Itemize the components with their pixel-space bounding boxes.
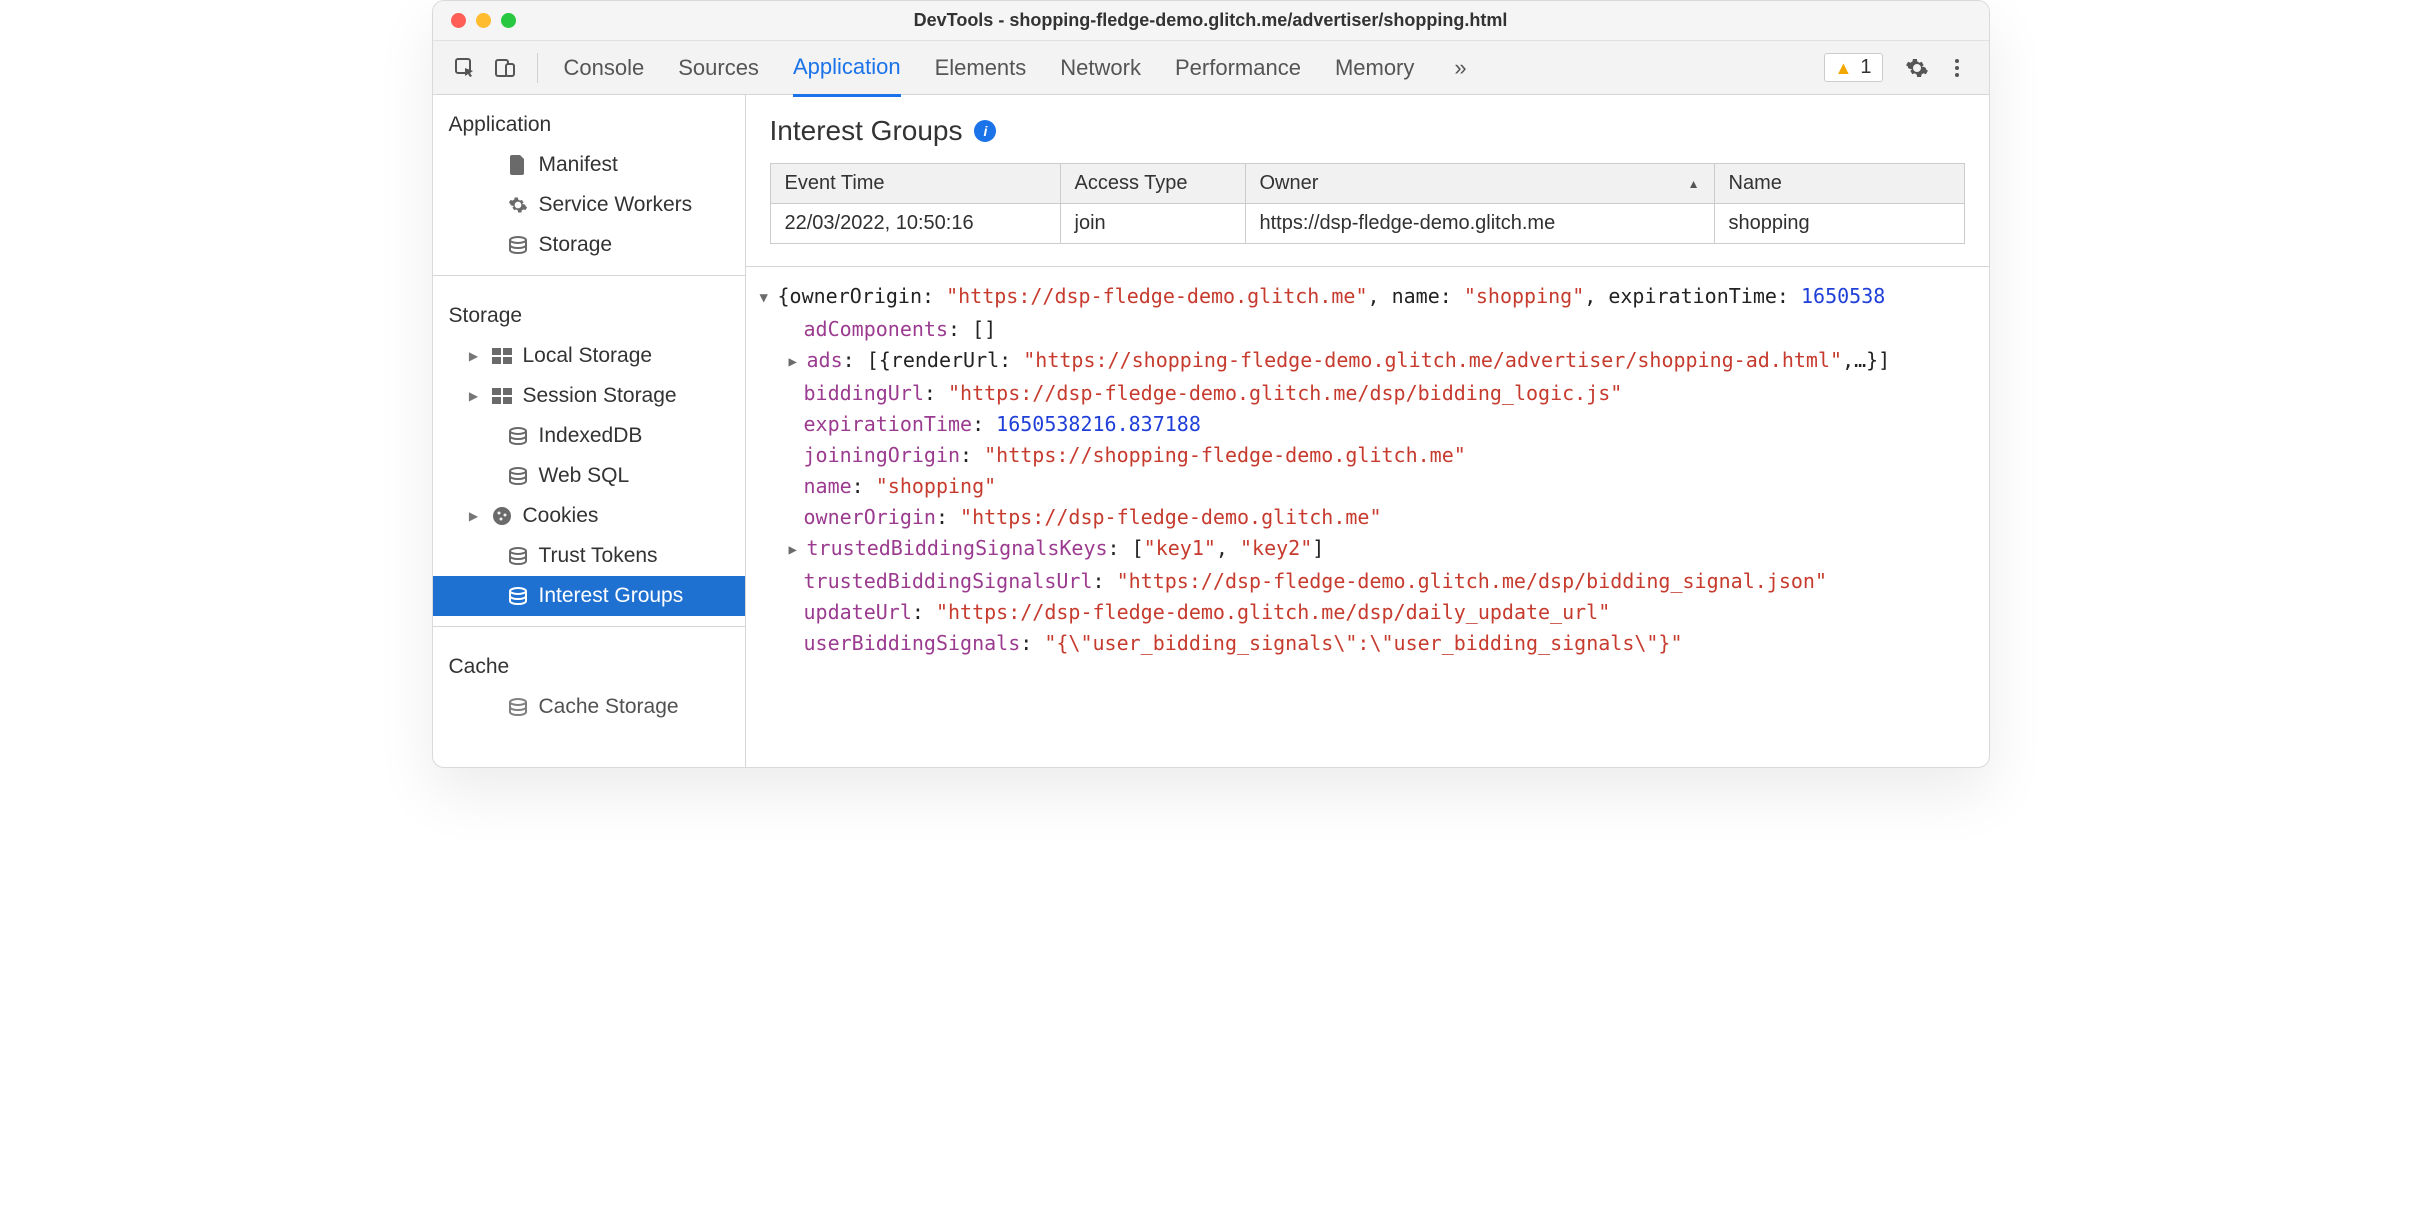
info-icon[interactable]: i [974, 120, 996, 142]
sidebar-item-indexeddb[interactable]: IndexedDB [433, 416, 745, 456]
warnings-badge[interactable]: ▲ 1 [1824, 53, 1883, 82]
expand-icon[interactable]: ▶ [789, 347, 807, 378]
db-icon [507, 465, 529, 487]
tree-root[interactable]: ▼{ownerOrigin: "https://dsp-fledge-demo.… [760, 281, 1985, 314]
sidebar-section-cache: Cache [433, 637, 745, 687]
sidebar-item-websql[interactable]: Web SQL [433, 456, 745, 496]
panel-body: Application Manifest Service Workers [433, 95, 1989, 767]
col-name[interactable]: Name [1714, 164, 1964, 204]
sidebar-item-label: Trust Tokens [539, 544, 658, 568]
tree-prop-name[interactable]: name: "shopping" [760, 471, 1985, 502]
sidebar-item-cache-storage[interactable]: Cache Storage [433, 687, 745, 727]
window-titlebar: DevTools - shopping-fledge-demo.glitch.m… [433, 1, 1989, 41]
devtools-window: DevTools - shopping-fledge-demo.glitch.m… [432, 0, 1990, 768]
grid-icon [491, 345, 513, 367]
tab-sources[interactable]: Sources [678, 41, 759, 95]
tree-prop-adcomponents[interactable]: adComponents: [] [760, 314, 1985, 345]
cell-name: shopping [1714, 204, 1964, 244]
sidebar-section-application: Application [433, 95, 745, 145]
cell-access-type: join [1060, 204, 1245, 244]
tree-prop-ownerorigin[interactable]: ownerOrigin: "https://dsp-fledge-demo.gl… [760, 502, 1985, 533]
events-table: Event Time Access Type Owner▲ Name 22/03… [770, 163, 1965, 244]
sidebar-section-storage: Storage [433, 286, 745, 336]
tree-prop-expirationtime[interactable]: expirationTime: 1650538216.837188 [760, 409, 1985, 440]
sidebar-item-trust-tokens[interactable]: Trust Tokens [433, 536, 745, 576]
tree-prop-updateurl[interactable]: updateUrl: "https://dsp-fledge-demo.glit… [760, 597, 1985, 628]
window-title: DevTools - shopping-fledge-demo.glitch.m… [433, 10, 1989, 31]
table-row[interactable]: 22/03/2022, 10:50:16 join https://dsp-fl… [770, 204, 1964, 244]
toolbar-divider [537, 53, 538, 83]
sidebar-item-storage[interactable]: Storage [433, 225, 745, 265]
main-toolbar: Console Sources Application Elements Net… [433, 41, 1989, 95]
tab-memory[interactable]: Memory [1335, 41, 1414, 95]
kebab-menu-button[interactable] [1937, 48, 1977, 88]
table-header-row: Event Time Access Type Owner▲ Name [770, 164, 1964, 204]
db-icon [507, 545, 529, 567]
cell-owner: https://dsp-fledge-demo.glitch.me [1245, 204, 1714, 244]
sidebar-item-interest-groups[interactable]: Interest Groups [433, 576, 745, 616]
sidebar-item-local-storage[interactable]: ▶ Local Storage [433, 336, 745, 376]
settings-button[interactable] [1897, 48, 1937, 88]
col-event-time[interactable]: Event Time [770, 164, 1060, 204]
panel-tabs: Console Sources Application Elements Net… [564, 40, 1473, 96]
sidebar-item-label: Session Storage [523, 384, 677, 408]
tree-prop-ads[interactable]: ▶ads: [{renderUrl: "https://shopping-fle… [760, 345, 1985, 378]
cookie-icon [491, 505, 513, 527]
tree-prop-userbiddingsignals[interactable]: userBiddingSignals: "{\"user_bidding_sig… [760, 628, 1985, 659]
sidebar-item-label: Web SQL [539, 464, 630, 488]
col-access-type[interactable]: Access Type [1060, 164, 1245, 204]
tree-prop-trustedbiddingsignalsurl[interactable]: trustedBiddingSignalsUrl: "https://dsp-f… [760, 566, 1985, 597]
panel-heading: Interest Groups i [746, 95, 1989, 163]
tree-prop-trustedbiddingsignalskeys[interactable]: ▶trustedBiddingSignalsKeys: ["key1", "ke… [760, 533, 1985, 566]
sidebar-item-label: Interest Groups [539, 584, 684, 608]
collapse-icon[interactable]: ▼ [760, 283, 778, 314]
sidebar-item-label: Manifest [539, 153, 618, 177]
tree-prop-joiningorigin[interactable]: joiningOrigin: "https://shopping-fledge-… [760, 440, 1985, 471]
application-sidebar: Application Manifest Service Workers [433, 95, 746, 767]
db-icon [507, 585, 529, 607]
tab-network[interactable]: Network [1060, 41, 1141, 95]
more-tabs-button[interactable]: » [1448, 48, 1472, 88]
sort-asc-icon: ▲ [1688, 177, 1700, 191]
sidebar-item-manifest[interactable]: Manifest [433, 145, 745, 185]
device-toolbar-button[interactable] [485, 48, 525, 88]
db-icon [507, 425, 529, 447]
sidebar-item-label: Local Storage [523, 344, 653, 368]
expand-icon[interactable]: ▶ [467, 389, 481, 403]
main-panel: Interest Groups i Event Time Access Type… [746, 95, 1989, 767]
db-icon [507, 696, 529, 718]
sidebar-item-service-workers[interactable]: Service Workers [433, 185, 745, 225]
tab-console[interactable]: Console [564, 41, 645, 95]
sidebar-item-session-storage[interactable]: ▶ Session Storage [433, 376, 745, 416]
tab-elements[interactable]: Elements [935, 41, 1027, 95]
object-detail-tree[interactable]: ▼{ownerOrigin: "https://dsp-fledge-demo.… [746, 266, 1989, 767]
file-icon [507, 154, 529, 176]
expand-icon[interactable]: ▶ [789, 535, 807, 566]
sidebar-item-label: Storage [539, 233, 613, 257]
sidebar-item-label: Cache Storage [539, 695, 679, 719]
gear-icon [507, 194, 529, 216]
warning-icon: ▲ [1835, 59, 1853, 77]
cell-event-time: 22/03/2022, 10:50:16 [770, 204, 1060, 244]
inspect-element-button[interactable] [445, 48, 485, 88]
grid-icon [491, 385, 513, 407]
db-icon [507, 234, 529, 256]
col-owner[interactable]: Owner▲ [1245, 164, 1714, 204]
tab-application[interactable]: Application [793, 40, 901, 97]
expand-icon[interactable]: ▶ [467, 349, 481, 363]
sidebar-item-label: IndexedDB [539, 424, 643, 448]
sidebar-item-cookies[interactable]: ▶ Cookies [433, 496, 745, 536]
expand-icon[interactable]: ▶ [467, 509, 481, 523]
tab-performance[interactable]: Performance [1175, 41, 1301, 95]
sidebar-item-label: Service Workers [539, 193, 693, 217]
sidebar-item-label: Cookies [523, 504, 599, 528]
tree-prop-biddingurl[interactable]: biddingUrl: "https://dsp-fledge-demo.gli… [760, 378, 1985, 409]
warning-count: 1 [1860, 56, 1871, 79]
panel-title: Interest Groups [770, 115, 963, 147]
